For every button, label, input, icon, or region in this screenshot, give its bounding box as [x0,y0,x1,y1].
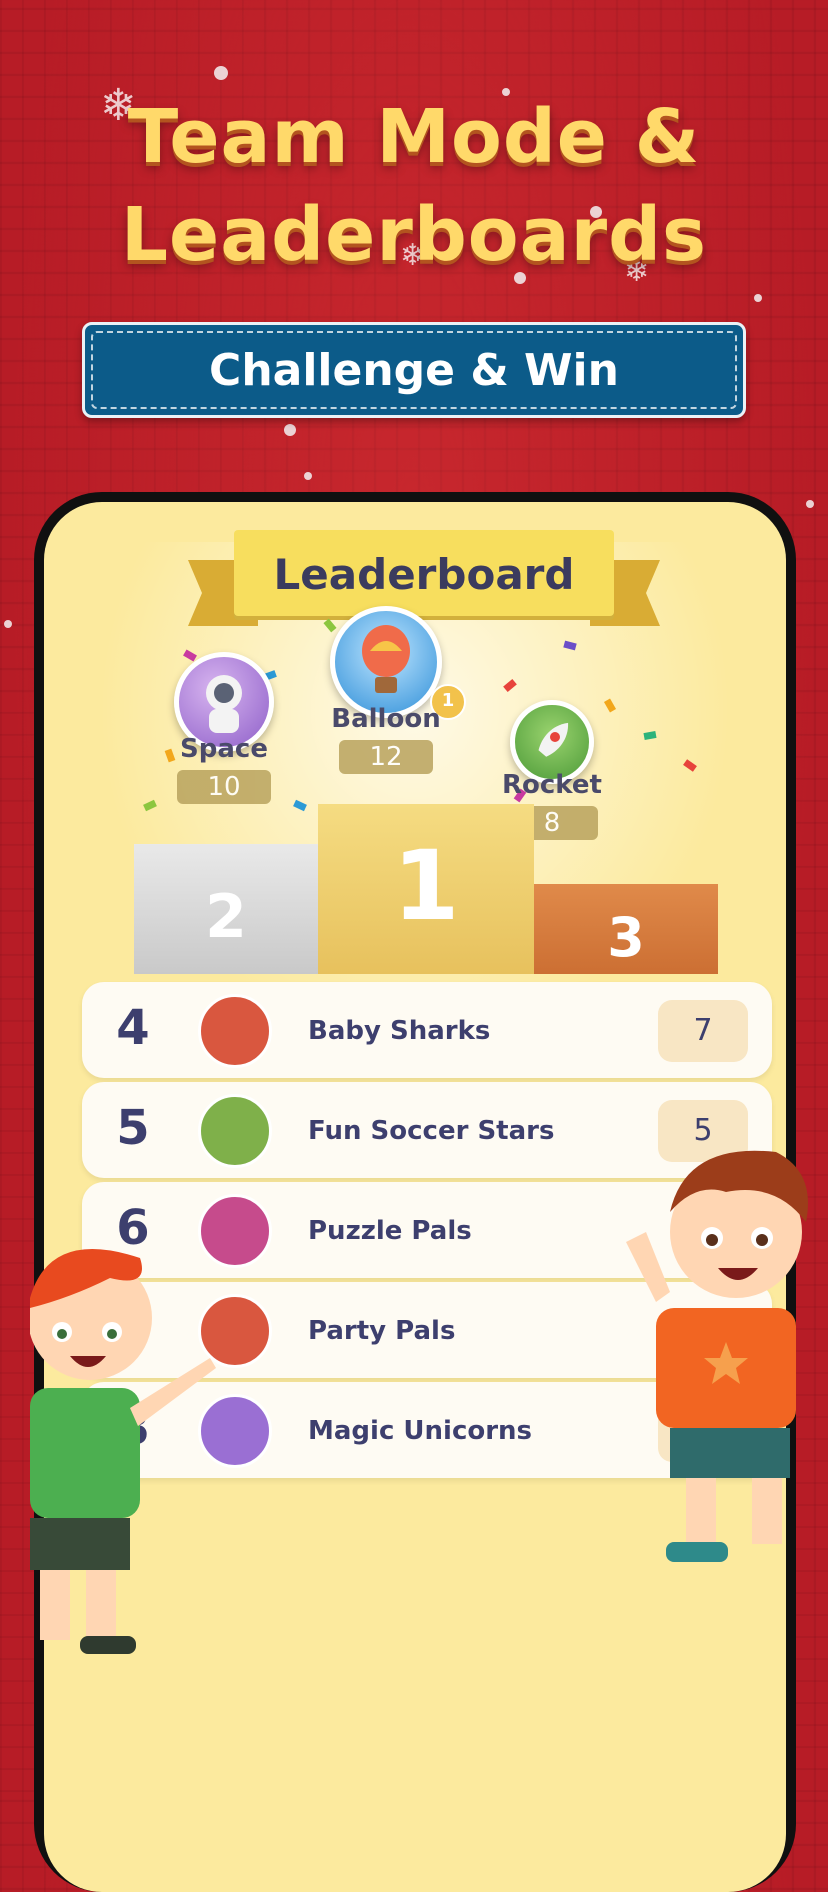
podium-name-3: Rocket [502,770,602,800]
snow-dot [4,620,12,628]
podium-block-2: 2 [134,844,318,974]
team-name: Puzzle Pals [308,1216,472,1246]
podium-name-1: Balloon [331,704,441,734]
snow-dot [754,294,762,302]
soccer-star-icon [198,1094,272,1168]
rank-number: 5 [116,1100,150,1156]
podium-rank-2: 2 [205,882,247,952]
leaderboard-ribbon: Leaderboard [188,530,660,626]
snow-dot [214,66,228,80]
podium-rank-1: 1 [392,830,460,942]
title-line-1: Team Mode & [127,94,701,180]
leaderboard-title: Leaderboard [273,550,575,599]
podium-rank-3: 3 [607,906,645,969]
snow-dot [284,424,296,436]
team-name: Baby Sharks [308,1016,491,1046]
rank-number: 4 [116,1000,150,1056]
team-name: Fun Soccer Stars [308,1116,555,1146]
shark-icon [198,994,272,1068]
kid-illustration-left [28,1238,220,1658]
podium-block-1: 1 [318,804,534,974]
snow-dot [806,500,814,508]
subtitle-banner: Challenge & Win [82,322,746,418]
team-score: 7 [658,1000,748,1062]
banner-text: Challenge & Win [209,345,619,396]
podium-block-3: 3 [534,884,718,974]
podium-name-2: Space [180,734,268,764]
hot-air-balloon-icon [330,606,442,718]
team-name: Magic Unicorns [308,1416,533,1446]
team-name: Party Pals [308,1316,456,1346]
list-item[interactable]: 4 Baby Sharks 7 [82,982,772,1078]
kid-illustration-right [626,1142,828,1570]
snow-dot [304,472,312,480]
title-line-2: Leaderboards [120,192,708,278]
podium-score-1: 12 [339,740,433,774]
page-title: Team Mode & Leaderboards [0,88,828,284]
podium-score-2: 10 [177,770,271,804]
